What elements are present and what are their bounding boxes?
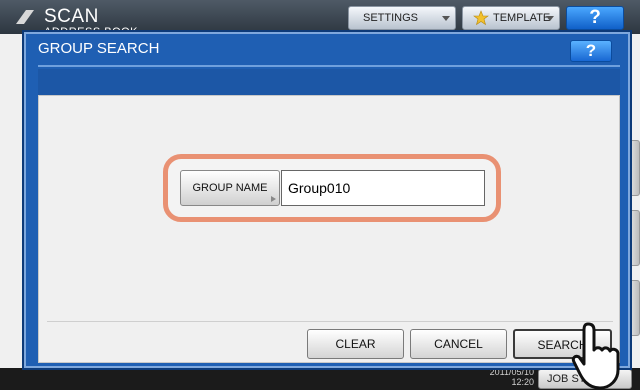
hand-pointer-icon bbox=[571, 322, 620, 390]
scan-logo-icon bbox=[16, 10, 34, 24]
background-header: SCAN ADDRESS BOOK SETTINGS TEMPLATE ? bbox=[0, 0, 640, 34]
cancel-button[interactable]: CANCEL bbox=[410, 329, 507, 359]
tab-settings-label: SETTINGS bbox=[363, 12, 419, 24]
help-button[interactable]: ? bbox=[570, 40, 612, 62]
background-title: SCAN bbox=[44, 6, 99, 27]
time-text: 12:20 bbox=[511, 377, 534, 387]
tab-settings[interactable]: SETTINGS bbox=[348, 6, 456, 30]
star-icon bbox=[473, 10, 489, 26]
dialog-title: GROUP SEARCH bbox=[38, 40, 160, 57]
chevron-down-icon bbox=[442, 16, 450, 21]
tab-template-label: TEMPLATE bbox=[493, 12, 551, 24]
corner-arrow-icon bbox=[271, 196, 276, 202]
background-help-button[interactable]: ? bbox=[566, 6, 624, 30]
tab-template[interactable]: TEMPLATE bbox=[462, 6, 560, 30]
chevron-down-icon bbox=[546, 16, 554, 21]
dialog-header-bar bbox=[38, 69, 620, 95]
group-name-label: GROUP NAME bbox=[192, 182, 268, 194]
group-search-dialog: GROUP SEARCH ? GROUP NAME Group010 CLEAR… bbox=[22, 30, 632, 370]
group-name-button[interactable]: GROUP NAME bbox=[180, 170, 280, 206]
clear-button[interactable]: CLEAR bbox=[307, 329, 404, 359]
date-time-display: 2011/05/10 12:20 bbox=[488, 367, 534, 387]
divider bbox=[47, 321, 613, 322]
search-field-highlight: GROUP NAME Group010 bbox=[163, 154, 501, 222]
group-name-input[interactable]: Group010 bbox=[281, 170, 485, 206]
divider bbox=[38, 65, 620, 67]
dialog-content: GROUP NAME Group010 CLEAR CANCEL SEARCH bbox=[38, 95, 620, 363]
